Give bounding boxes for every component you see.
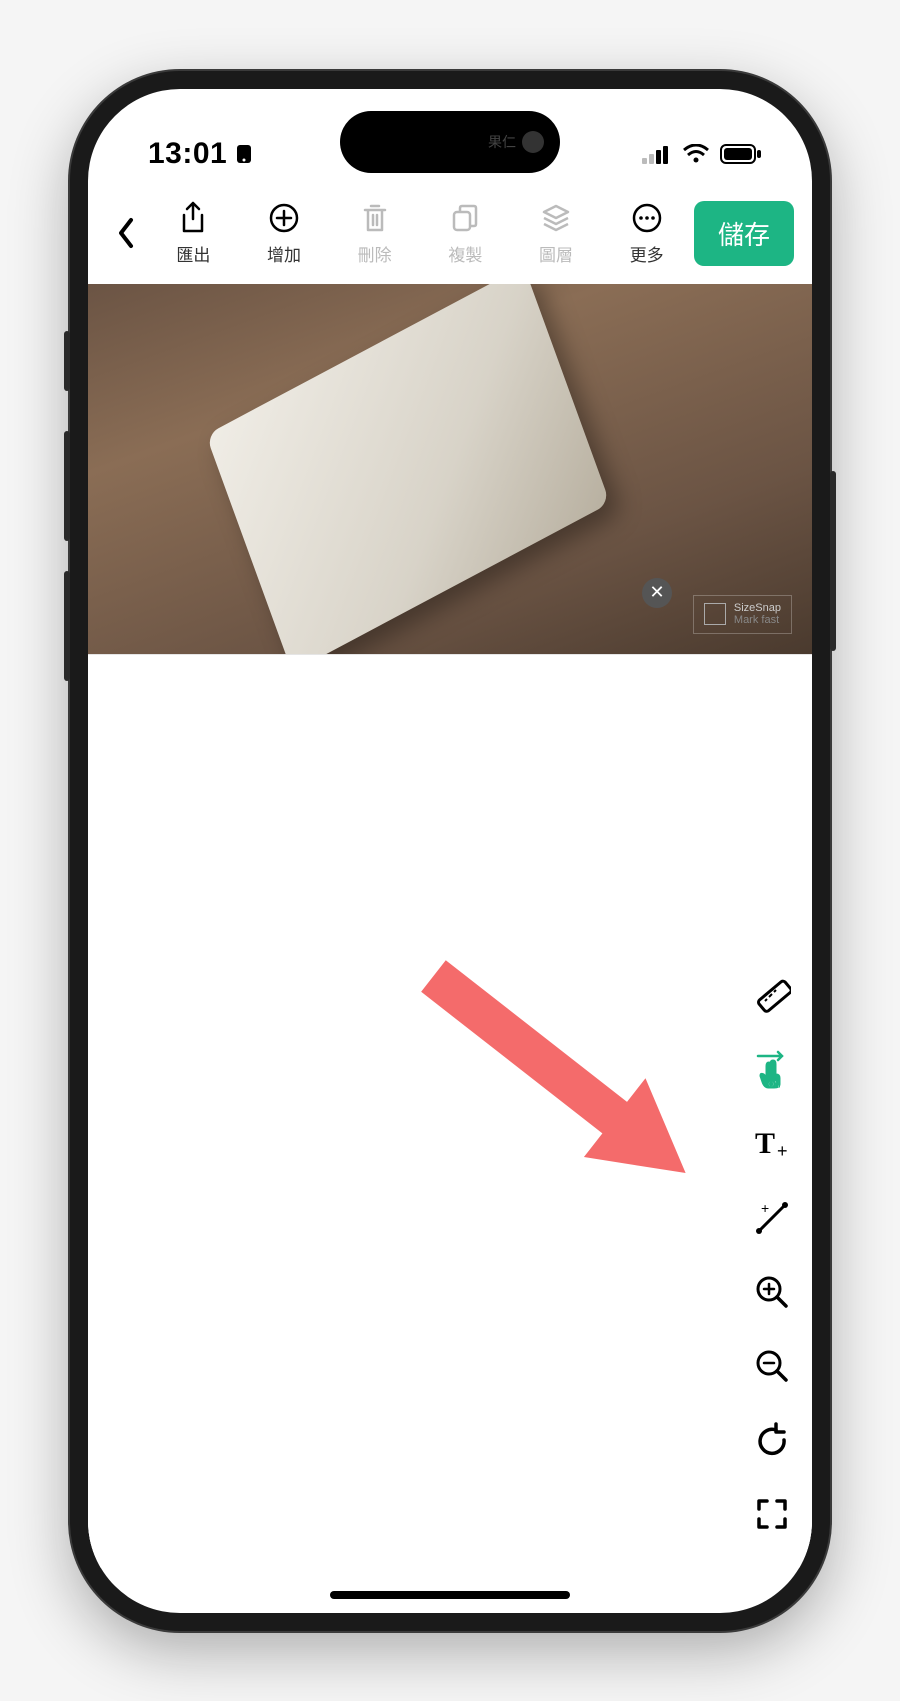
home-indicator[interactable]: [330, 1591, 570, 1599]
zoom-in-icon: [754, 1274, 790, 1310]
svg-text:+: +: [777, 1141, 788, 1161]
svg-text:+: +: [761, 1200, 769, 1216]
expand-icon: [755, 1497, 789, 1531]
rotate-icon: [754, 1422, 790, 1458]
delete-label: 刪除: [358, 241, 392, 266]
export-label: 匯出: [176, 241, 210, 266]
trash-icon: [361, 202, 389, 234]
layers-label: 圖層: [539, 241, 573, 266]
hand-on-icon: ON: [752, 1050, 792, 1090]
ruler-icon: [753, 977, 791, 1015]
wifi-icon: [682, 144, 710, 164]
chevron-left-icon: [115, 216, 137, 250]
line-plus-icon: +: [753, 1199, 791, 1237]
add-button[interactable]: 增加: [241, 201, 328, 266]
canvas-whitespace[interactable]: [88, 654, 812, 1568]
plus-circle-icon: [268, 202, 300, 234]
delete-button[interactable]: 刪除: [331, 201, 418, 266]
watermark-close-button[interactable]: ✕: [642, 578, 672, 608]
copy-button[interactable]: 複製: [422, 201, 509, 266]
screen: 果仁 13:01 匯出: [88, 89, 812, 1613]
phone-power-button: [830, 471, 836, 651]
add-label: 增加: [267, 241, 301, 266]
side-toolbar: ON T+ +: [750, 974, 794, 1536]
island-app-name: 果仁: [488, 132, 516, 152]
top-toolbar: 匯出 增加 刪除 複製: [88, 189, 812, 284]
ruler-tool[interactable]: [750, 974, 794, 1018]
zoom-in-tool[interactable]: [750, 1270, 794, 1314]
status-time: 13:01: [148, 137, 253, 171]
more-circle-icon: [631, 202, 663, 234]
share-icon: [178, 201, 208, 235]
watermark-subtitle: Mark fast: [734, 614, 781, 626]
export-button[interactable]: 匯出: [150, 201, 237, 266]
fullscreen-tool[interactable]: [750, 1492, 794, 1536]
dynamic-island: 果仁: [340, 111, 560, 173]
copy-icon: [450, 202, 480, 234]
clock-text: 13:01: [148, 137, 227, 171]
layers-icon: [540, 202, 572, 234]
save-button[interactable]: 儲存: [694, 201, 794, 266]
phone-silent-switch: [64, 331, 70, 391]
battery-icon: [720, 144, 762, 164]
phone-volume-up: [64, 431, 70, 541]
copy-label: 複製: [448, 241, 482, 266]
more-label: 更多: [630, 241, 664, 266]
island-avatar-icon: [522, 131, 544, 153]
zoom-out-tool[interactable]: [750, 1344, 794, 1388]
zoom-out-icon: [754, 1348, 790, 1384]
layers-button[interactable]: 圖層: [513, 201, 600, 266]
watermark-badge[interactable]: SizeSnap Mark fast: [693, 595, 792, 633]
photo-preview[interactable]: ✕ SizeSnap Mark fast: [88, 284, 812, 654]
svg-text:T: T: [755, 1127, 775, 1160]
phone-frame: 果仁 13:01 匯出: [70, 71, 830, 1631]
watermark-image-icon: [704, 603, 726, 625]
status-icons: [642, 144, 762, 164]
watermark-title: SizeSnap: [734, 602, 781, 614]
more-button[interactable]: 更多: [603, 201, 690, 266]
laptop-object: [206, 284, 610, 654]
cellular-icon: [642, 144, 672, 164]
back-button[interactable]: [106, 216, 146, 250]
rotate-tool[interactable]: [750, 1418, 794, 1462]
portrait-lock-icon: [235, 143, 253, 165]
touch-tool[interactable]: ON: [750, 1048, 794, 1092]
text-tool[interactable]: T+: [750, 1122, 794, 1166]
svg-text:ON: ON: [768, 1080, 780, 1089]
phone-volume-down: [64, 571, 70, 681]
line-tool[interactable]: +: [750, 1196, 794, 1240]
canvas-area[interactable]: ✕ SizeSnap Mark fast ON T+: [88, 284, 812, 1568]
text-plus-icon: T+: [753, 1127, 791, 1161]
